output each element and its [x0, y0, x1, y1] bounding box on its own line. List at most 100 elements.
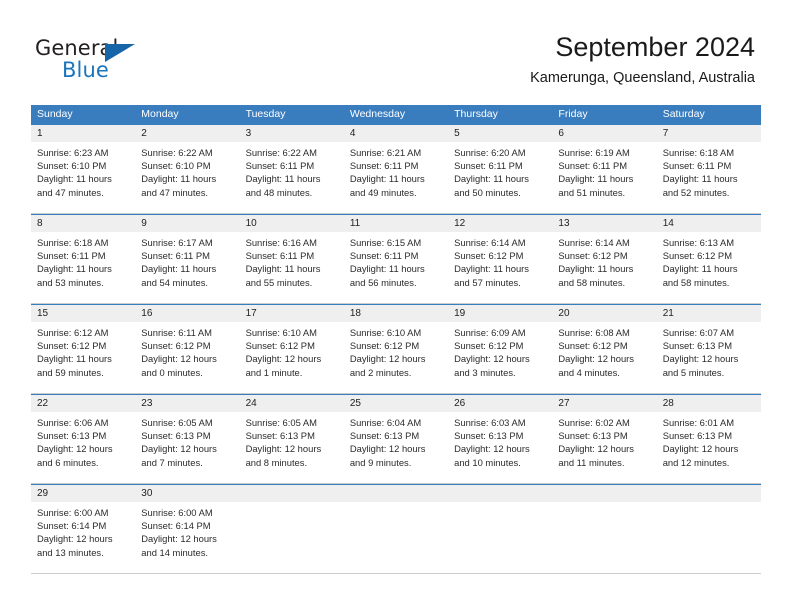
- sunrise-text: Sunrise: 6:00 AM: [37, 507, 109, 518]
- day-cell[interactable]: Sunrise: 6:22 AM Sunset: 6:10 PM Dayligh…: [135, 142, 239, 213]
- day-number[interactable]: 2: [135, 125, 239, 142]
- sunrise-text: Sunrise: 6:10 AM: [349, 327, 422, 338]
- sunrise-text: Sunrise: 6:05 AM: [245, 417, 317, 428]
- day-number[interactable]: 10: [240, 215, 344, 232]
- day-cell-empty: [448, 502, 552, 573]
- day-cell[interactable]: Sunrise: 6:17 AM Sunset: 6:11 PM Dayligh…: [135, 232, 239, 303]
- day-number[interactable]: 25: [344, 395, 448, 412]
- day-number[interactable]: 17: [240, 305, 344, 322]
- day-number-band: 22 23 24 25 26 27 28: [31, 395, 761, 412]
- day-cell[interactable]: Sunrise: 6:03 AM Sunset: 6:13 PM Dayligh…: [448, 412, 552, 483]
- day-number[interactable]: 12: [448, 215, 552, 232]
- day-cell[interactable]: Sunrise: 6:02 AM Sunset: 6:13 PM Dayligh…: [552, 412, 656, 483]
- weekday-header-monday: Monday: [141, 108, 179, 120]
- day-cell[interactable]: Sunrise: 6:00 AM Sunset: 6:14 PM Dayligh…: [31, 502, 135, 573]
- day-cell[interactable]: Sunrise: 6:00 AM Sunset: 6:14 PM Dayligh…: [135, 502, 239, 573]
- day-cell[interactable]: Sunrise: 6:12 AM Sunset: 6:12 PM Dayligh…: [31, 322, 135, 393]
- day-number[interactable]: 19: [448, 305, 552, 322]
- day-cell[interactable]: Sunrise: 6:04 AM Sunset: 6:13 PM Dayligh…: [344, 412, 448, 483]
- day-number[interactable]: 20: [552, 305, 656, 322]
- day-detail-band: Sunrise: 6:23 AM Sunset: 6:10 PM Dayligh…: [31, 142, 761, 214]
- day-number[interactable]: 5: [448, 125, 552, 142]
- day-number[interactable]: 7: [657, 125, 761, 142]
- sunset-text: Sunset: 6:12 PM: [454, 250, 524, 262]
- sunrise-text: Sunrise: 6:14 AM: [454, 237, 526, 248]
- day-number[interactable]: 18: [344, 305, 448, 322]
- sunrise-text: Sunrise: 6:10 AM: [245, 327, 317, 338]
- sunset-text: Sunset: 6:13 PM: [558, 430, 628, 442]
- sunrise-text: Sunrise: 6:08 AM: [558, 327, 630, 338]
- day-cell[interactable]: Sunrise: 6:23 AM Sunset: 6:10 PM Dayligh…: [31, 142, 135, 213]
- sunset-text: Sunset: 6:12 PM: [558, 250, 628, 262]
- day-cell[interactable]: Sunrise: 6:21 AM Sunset: 6:11 PM Dayligh…: [344, 142, 448, 213]
- day-cell[interactable]: Sunrise: 6:14 AM Sunset: 6:12 PM Dayligh…: [448, 232, 552, 303]
- day-number[interactable]: 30: [135, 485, 239, 502]
- day-number[interactable]: 8: [31, 215, 135, 232]
- daylight-text-line1: Daylight: 12 hours: [141, 353, 217, 365]
- day-number[interactable]: 26: [448, 395, 552, 412]
- sunset-text: Sunset: 6:11 PM: [662, 160, 732, 172]
- daylight-text-line1: Daylight: 12 hours: [454, 443, 530, 455]
- sunrise-text: Sunrise: 6:17 AM: [141, 237, 213, 248]
- day-cell[interactable]: Sunrise: 6:14 AM Sunset: 6:12 PM Dayligh…: [552, 232, 656, 303]
- day-number[interactable]: 27: [552, 395, 656, 412]
- daylight-text-line2: and 4 minutes.: [558, 366, 620, 378]
- day-cell[interactable]: Sunrise: 6:20 AM Sunset: 6:11 PM Dayligh…: [448, 142, 552, 213]
- day-number[interactable]: 4: [344, 125, 448, 142]
- daylight-text-line2: and 56 minutes.: [349, 276, 417, 288]
- day-cell[interactable]: Sunrise: 6:06 AM Sunset: 6:13 PM Dayligh…: [31, 412, 135, 483]
- day-cell[interactable]: Sunrise: 6:19 AM Sunset: 6:11 PM Dayligh…: [552, 142, 656, 213]
- day-cell[interactable]: Sunrise: 6:18 AM Sunset: 6:11 PM Dayligh…: [657, 142, 761, 213]
- day-number-band: 8 9 10 11 12 13 14: [31, 215, 761, 232]
- day-number[interactable]: 6: [552, 125, 656, 142]
- day-cell[interactable]: Sunrise: 6:16 AM Sunset: 6:11 PM Dayligh…: [240, 232, 344, 303]
- sunset-text: Sunset: 6:11 PM: [245, 250, 315, 262]
- day-number[interactable]: 13: [552, 215, 656, 232]
- day-cell[interactable]: Sunrise: 6:09 AM Sunset: 6:12 PM Dayligh…: [448, 322, 552, 393]
- day-number[interactable]: 11: [344, 215, 448, 232]
- sunrise-text: Sunrise: 6:19 AM: [558, 147, 630, 158]
- day-cell-empty: [552, 502, 656, 573]
- daylight-text-line2: and 53 minutes.: [37, 276, 104, 288]
- day-cell[interactable]: Sunrise: 6:15 AM Sunset: 6:11 PM Dayligh…: [344, 232, 448, 303]
- day-cell[interactable]: Sunrise: 6:05 AM Sunset: 6:13 PM Dayligh…: [240, 412, 344, 483]
- daylight-text-line1: Daylight: 11 hours: [558, 173, 634, 185]
- day-number[interactable]: 9: [135, 215, 239, 232]
- daylight-text-line2: and 58 minutes.: [558, 276, 626, 288]
- day-cell[interactable]: Sunrise: 6:07 AM Sunset: 6:13 PM Dayligh…: [657, 322, 761, 393]
- day-cell[interactable]: Sunrise: 6:10 AM Sunset: 6:12 PM Dayligh…: [240, 322, 344, 393]
- day-cell[interactable]: Sunrise: 6:11 AM Sunset: 6:12 PM Dayligh…: [135, 322, 239, 393]
- sunset-text: Sunset: 6:12 PM: [662, 250, 732, 262]
- day-cell[interactable]: Sunrise: 6:05 AM Sunset: 6:13 PM Dayligh…: [135, 412, 239, 483]
- day-number[interactable]: 1: [31, 125, 135, 142]
- day-cell[interactable]: Sunrise: 6:08 AM Sunset: 6:12 PM Dayligh…: [552, 322, 656, 393]
- weekday-header-saturday: Saturday: [662, 108, 705, 120]
- sunset-text: Sunset: 6:10 PM: [141, 160, 211, 172]
- day-number[interactable]: 23: [135, 395, 239, 412]
- day-cell[interactable]: Sunrise: 6:10 AM Sunset: 6:12 PM Dayligh…: [344, 322, 448, 393]
- day-cell[interactable]: Sunrise: 6:22 AM Sunset: 6:11 PM Dayligh…: [240, 142, 344, 213]
- day-number[interactable]: 16: [135, 305, 239, 322]
- daylight-text-line2: and 11 minutes.: [558, 456, 625, 468]
- sunrise-text: Sunrise: 6:23 AM: [37, 147, 109, 158]
- sunset-text: Sunset: 6:14 PM: [37, 520, 107, 532]
- weekday-header-tuesday: Tuesday: [245, 108, 286, 120]
- day-number[interactable]: 14: [657, 215, 761, 232]
- day-number-band: 1 2 3 4 5 6 7: [31, 125, 761, 142]
- daylight-text-line2: and 5 minutes.: [662, 366, 725, 378]
- day-number[interactable]: 15: [31, 305, 135, 322]
- day-number[interactable]: 24: [240, 395, 344, 412]
- daylight-text-line1: Daylight: 12 hours: [662, 353, 739, 365]
- day-cell[interactable]: Sunrise: 6:18 AM Sunset: 6:11 PM Dayligh…: [31, 232, 135, 303]
- day-number[interactable]: 29: [31, 485, 135, 502]
- daylight-text-line2: and 48 minutes.: [245, 186, 313, 198]
- day-cell[interactable]: Sunrise: 6:13 AM Sunset: 6:12 PM Dayligh…: [657, 232, 761, 303]
- day-number[interactable]: 3: [240, 125, 344, 142]
- day-cell[interactable]: Sunrise: 6:01 AM Sunset: 6:13 PM Dayligh…: [657, 412, 761, 483]
- day-number-empty: [657, 485, 761, 502]
- day-number[interactable]: 21: [657, 305, 761, 322]
- sunrise-text: Sunrise: 6:22 AM: [141, 147, 213, 158]
- day-number[interactable]: 22: [31, 395, 135, 412]
- daylight-text-line2: and 49 minutes.: [349, 186, 417, 198]
- day-number[interactable]: 28: [657, 395, 761, 412]
